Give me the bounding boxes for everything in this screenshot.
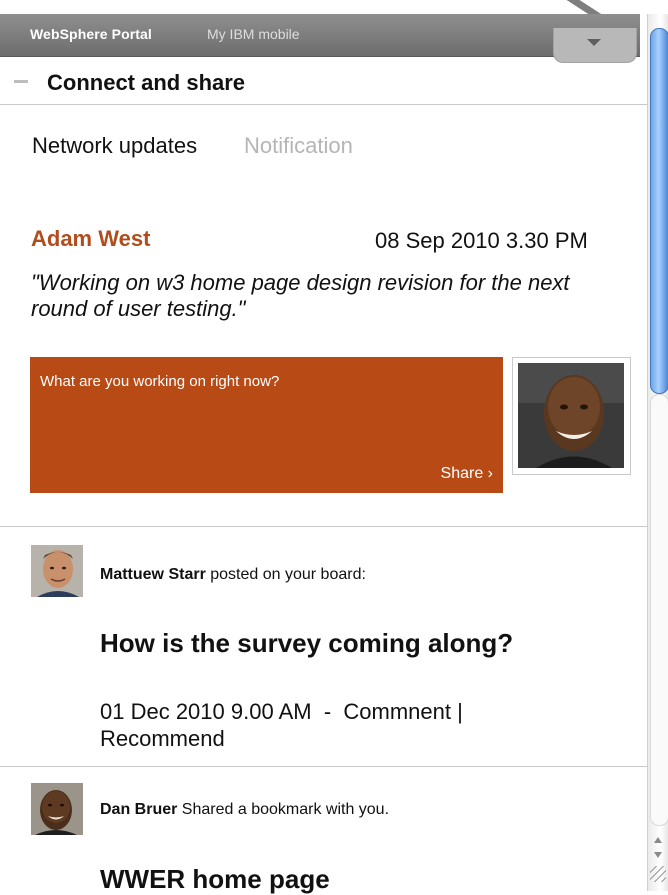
update-quote: "Working on w3 home page design revision… (31, 270, 570, 321)
activity-action: posted on your board: (205, 566, 366, 583)
activity-line: Dan Bruer Shared a bookmark with you. (100, 801, 389, 819)
activity-author-link[interactable]: Dan Bruer (100, 801, 177, 818)
scrollbar[interactable] (647, 14, 668, 891)
avatar (31, 545, 83, 597)
section-header: Connect and share (0, 56, 647, 105)
section-title: Connect and share (47, 70, 246, 95)
tab-network-updates[interactable]: Network updates (32, 133, 197, 159)
activity-title[interactable]: WWER home page (100, 864, 330, 895)
recommend-link[interactable]: Recommend (100, 726, 225, 751)
activity-date: 01 Dec 2010 9.00 AM (100, 699, 312, 724)
activity-title[interactable]: How is the survey coming along? (100, 628, 513, 659)
tab-notification[interactable]: Notification (244, 133, 353, 159)
avatar (31, 783, 83, 835)
activity-meta: 01 Dec 2010 9.00 AM - Commnent | Recommen… (100, 698, 580, 752)
update-timestamp: 08 Sep 2010 3.30 PM (375, 228, 588, 253)
chevron-down-icon (587, 39, 601, 46)
avatar-photo (518, 363, 624, 468)
share-button[interactable]: Share › (441, 465, 493, 483)
scrollbar-track-lower[interactable] (650, 394, 668, 826)
scroll-up-arrow-icon[interactable] (654, 837, 662, 843)
my-ibm-mobile-link[interactable]: My IBM mobile (207, 26, 300, 42)
status-update-box[interactable]: What are you working on right now? Share… (30, 357, 503, 493)
activity-author-link[interactable]: Mattuew Starr (100, 566, 206, 583)
activity-line: Mattuew Starr posted on your board: (100, 566, 366, 584)
portal-brand[interactable]: WebSphere Portal (30, 26, 152, 42)
meta-separator: - (311, 699, 344, 724)
status-prompt[interactable]: What are you working on right now? (40, 373, 279, 390)
divider (0, 526, 647, 527)
top-strip (0, 0, 668, 27)
portal-header: WebSphere Portal My IBM mobile (0, 14, 640, 63)
activity-action: Shared a bookmark with you. (177, 801, 390, 818)
comment-link[interactable]: Commnent (343, 699, 451, 724)
scroll-down-arrow-icon[interactable] (654, 852, 662, 858)
update-author-link[interactable]: Adam West (31, 226, 150, 252)
resize-grip-icon[interactable] (650, 866, 666, 882)
meta-pipe: | (450, 699, 463, 724)
divider (0, 766, 647, 767)
user-avatar (512, 357, 631, 475)
collapse-icon[interactable] (14, 80, 28, 83)
scrollbar-thumb[interactable] (650, 28, 668, 394)
